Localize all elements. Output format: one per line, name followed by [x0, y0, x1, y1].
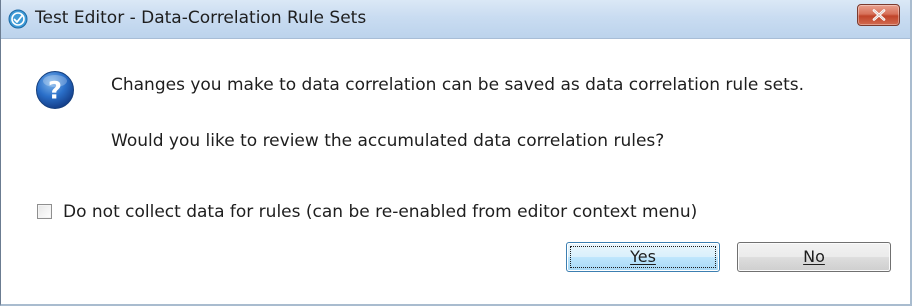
yes-button[interactable]: Yes — [566, 242, 720, 272]
do-not-collect-checkbox-label[interactable]: Do not collect data for rules (can be re… — [63, 202, 697, 222]
do-not-collect-checkbox[interactable] — [37, 204, 52, 219]
message-line-2: Would you like to review the accumulated… — [111, 131, 665, 151]
app-icon — [8, 9, 28, 29]
close-icon — [872, 9, 886, 21]
message-line-1: Changes you make to data correlation can… — [111, 75, 805, 95]
no-button-label: No — [803, 247, 825, 266]
no-button[interactable]: No — [737, 242, 891, 272]
question-icon: ? — [35, 70, 75, 110]
dialog-window: Test Editor - Data-Correlation Rule Sets — [0, 0, 912, 306]
close-button[interactable] — [857, 4, 900, 26]
yes-button-label: Yes — [630, 247, 656, 266]
svg-text:?: ? — [48, 77, 62, 105]
title-bar[interactable]: Test Editor - Data-Correlation Rule Sets — [1, 0, 910, 39]
dialog-body: ? Changes you make to data correlation c… — [1, 39, 910, 304]
window-title: Test Editor - Data-Correlation Rule Sets — [35, 8, 367, 28]
